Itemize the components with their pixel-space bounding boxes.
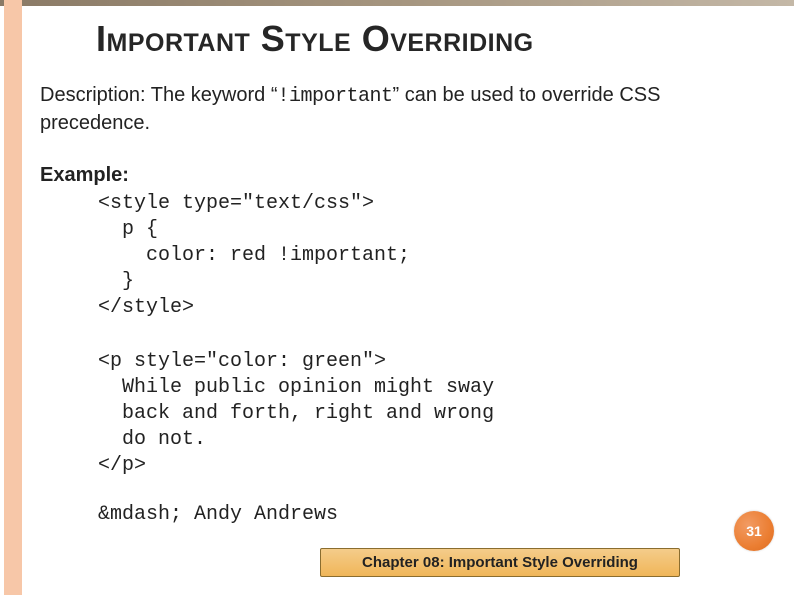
slide-content: Important Style Overriding Description: … [40, 18, 770, 526]
description-prefix: Description: The keyword “ [40, 84, 278, 106]
code-block-1: <style type="text/css"> p { color: red !… [98, 191, 770, 321]
description-keyword: !important [278, 85, 393, 108]
top-border-bar [0, 0, 794, 6]
slide-title: Important Style Overriding [96, 18, 770, 60]
author-line: &mdash; Andy Andrews [98, 503, 770, 526]
page-number-badge: 31 [734, 511, 774, 551]
left-accent-stripe [4, 0, 22, 595]
chapter-footer: Chapter 08: Important Style Overriding [320, 548, 680, 577]
page-number: 31 [746, 523, 762, 539]
code-block-2: <p style="color: green"> While public op… [98, 349, 770, 479]
description-text: Description: The keyword “!important” ca… [40, 82, 770, 136]
example-label: Example: [40, 164, 770, 187]
